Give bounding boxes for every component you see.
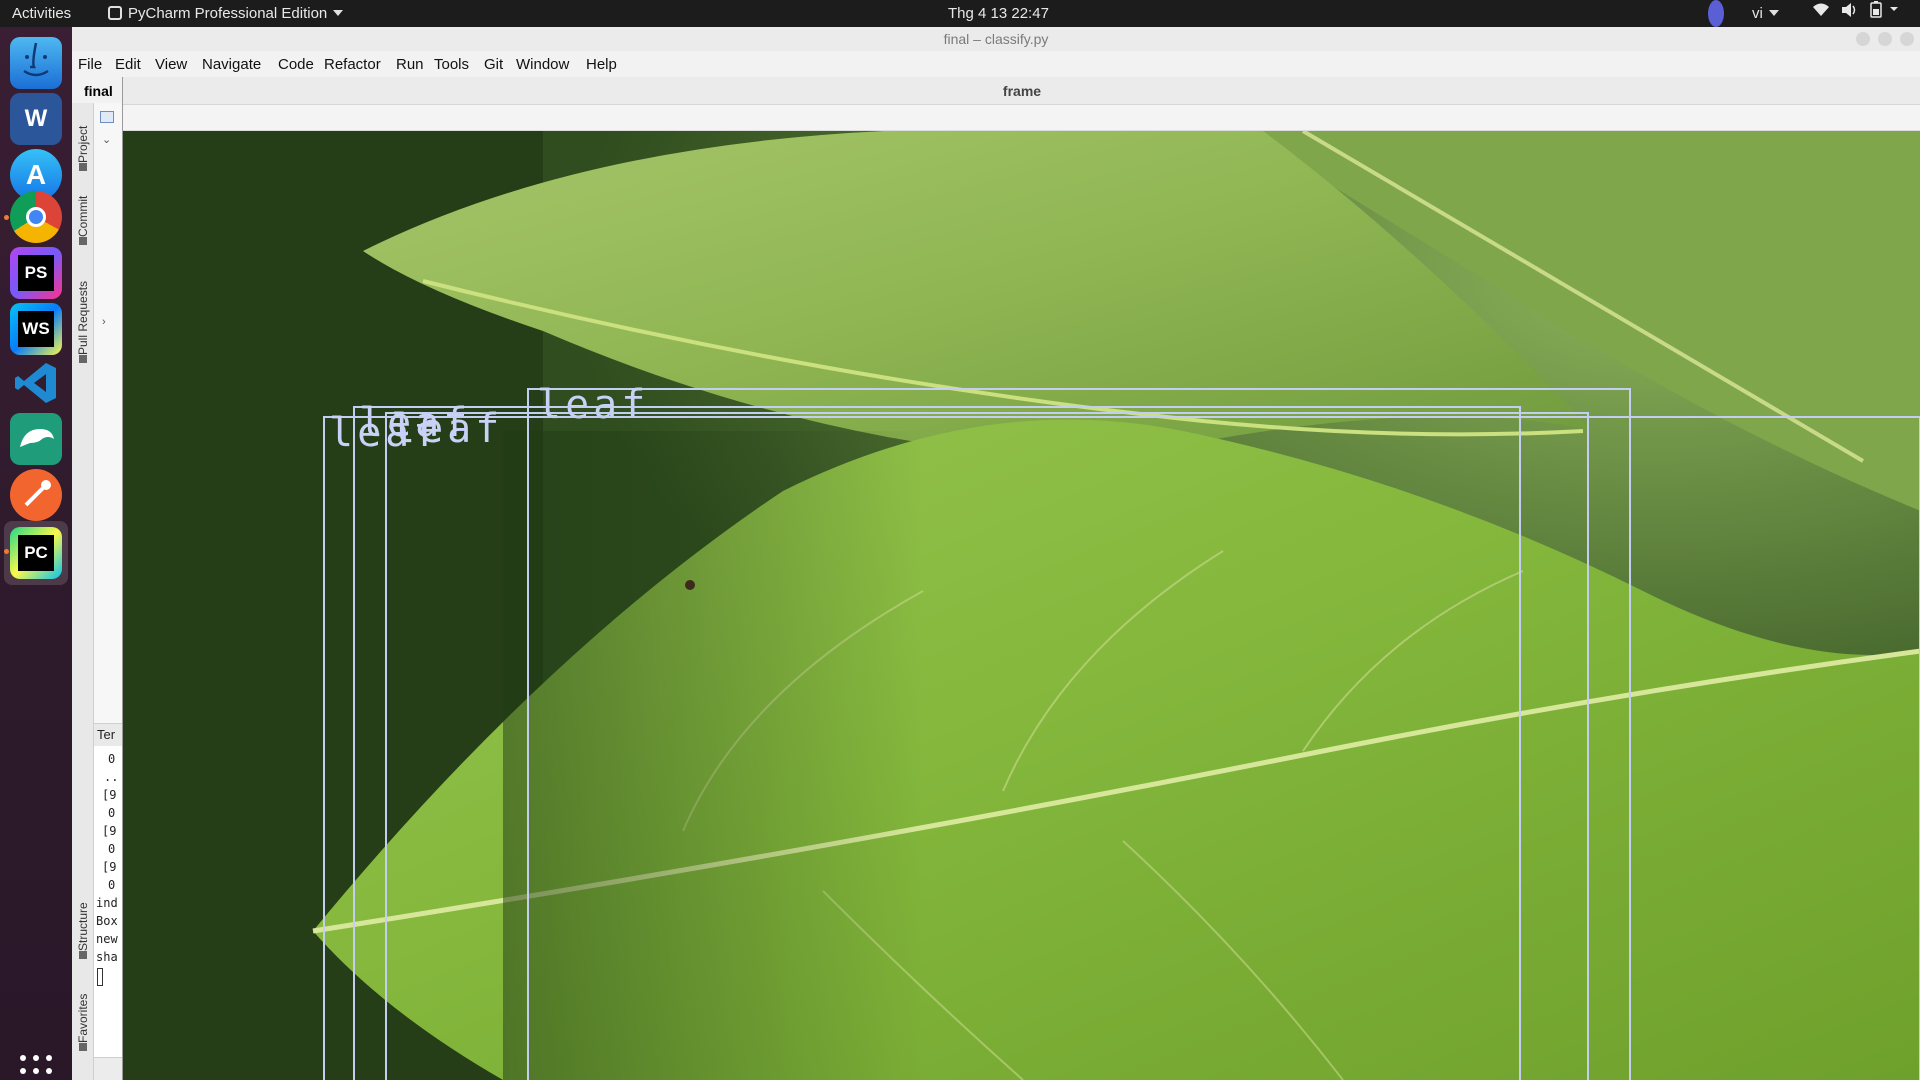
- chevron-down-icon: [1768, 10, 1779, 16]
- app-menu-label: PyCharm Professional Edition: [128, 5, 328, 22]
- menu-run[interactable]: Run: [396, 51, 424, 79]
- frame-window-title[interactable]: frame: [123, 77, 1920, 105]
- terminal-line: ..: [104, 770, 119, 784]
- activities-button[interactable]: Activities: [12, 0, 71, 27]
- webstorm-icon[interactable]: WS: [10, 303, 62, 355]
- menu-navigate[interactable]: Navigate: [202, 51, 261, 79]
- running-indicator: [4, 215, 9, 220]
- terminal-line: [9: [102, 788, 117, 802]
- terminal-tab[interactable]: Ter: [94, 724, 122, 746]
- battery-icon[interactable]: [1868, 0, 1902, 27]
- postman-icon[interactable]: [10, 469, 62, 521]
- left-tool-strip: Project Commit Pull Requests Structure F…: [72, 103, 94, 1080]
- terminal-line: [9: [102, 860, 117, 874]
- menu-git[interactable]: Git: [484, 51, 503, 79]
- maximize-button[interactable]: [1878, 32, 1892, 46]
- terminal-line: 0: [108, 752, 116, 766]
- volume-icon[interactable]: [1840, 0, 1858, 27]
- menu-bar: File Edit View Navigate Code Refactor Ru…: [72, 51, 1920, 79]
- app-icon: [108, 6, 122, 20]
- clock[interactable]: Thg 4 13 22:47: [948, 0, 1049, 27]
- chevron-right-icon[interactable]: ›: [102, 316, 106, 328]
- tab-favorites-label: Favorites: [76, 993, 90, 1043]
- pycharm-label: PC: [24, 543, 48, 562]
- commit-icon: [79, 237, 87, 245]
- wifi-icon[interactable]: [1812, 0, 1830, 27]
- tab-project-label: Project: [76, 125, 90, 163]
- input-language-label: vi: [1752, 5, 1763, 22]
- menu-view[interactable]: View: [155, 51, 187, 79]
- phpstorm-icon[interactable]: PS: [10, 247, 62, 299]
- tab-pull-requests-label: Pull Requests: [76, 280, 90, 355]
- star-icon: [79, 1043, 87, 1051]
- dock: W A PS WS PC: [0, 27, 72, 1080]
- terminal-cursor: [97, 968, 103, 986]
- menu-refactor[interactable]: Refactor: [324, 51, 381, 79]
- window-titlebar[interactable]: final – classify.py: [72, 27, 1920, 51]
- tab-pull-requests[interactable]: Pull Requests: [74, 263, 92, 367]
- word-icon[interactable]: W: [10, 93, 62, 145]
- mysql-workbench-icon[interactable]: [10, 413, 62, 465]
- tab-structure[interactable]: Structure: [74, 887, 92, 963]
- gnome-top-bar: Activities PyCharm Professional Edition …: [0, 0, 1920, 27]
- terminal-line: new: [96, 932, 118, 946]
- opencv-frame-window[interactable]: frame leaf leaf leaf leaf: [122, 77, 1920, 1080]
- teams-tray-icon[interactable]: [1708, 0, 1724, 27]
- project-panel: ⌄ ›: [94, 103, 122, 723]
- input-language-menu[interactable]: vi: [1752, 0, 1779, 27]
- status-strip: [94, 1057, 122, 1080]
- phpstorm-label: PS: [24, 263, 48, 282]
- frame-toolbar: [123, 105, 1920, 131]
- menu-help[interactable]: Help: [586, 51, 617, 79]
- show-applications-icon[interactable]: [20, 1055, 52, 1080]
- minimize-button[interactable]: [1856, 32, 1870, 46]
- tab-commit-label: Commit: [76, 195, 90, 237]
- chevron-down-icon[interactable]: ⌄: [102, 133, 111, 146]
- pycharm-window: final – classify.py File Edit View Navig…: [72, 27, 1920, 1080]
- terminal-line: 0: [108, 806, 116, 820]
- detection-box: [323, 416, 1920, 1080]
- terminal-line: sha: [96, 950, 118, 964]
- detection-label: leaf: [329, 410, 442, 456]
- app-menu-button[interactable]: PyCharm Professional Edition: [108, 0, 344, 27]
- menu-window[interactable]: Window: [516, 51, 569, 79]
- terminal-panel[interactable]: Ter 0 .. [9 0 [9 0 [9 0 ind Box new sha: [94, 723, 122, 1080]
- folder-icon: [79, 163, 87, 171]
- terminal-line: ind: [96, 896, 118, 910]
- menu-edit[interactable]: Edit: [115, 51, 141, 79]
- pycharm-icon[interactable]: PC: [10, 527, 62, 579]
- frame-canvas: leaf leaf leaf leaf: [123, 131, 1920, 1080]
- structure-icon: [79, 951, 87, 959]
- terminal-line: Box: [96, 914, 118, 928]
- tab-structure-label: Structure: [76, 902, 90, 951]
- menu-code[interactable]: Code: [278, 51, 314, 79]
- tab-commit[interactable]: Commit: [74, 185, 92, 249]
- running-indicator: [4, 549, 9, 554]
- finder-icon[interactable]: [10, 37, 62, 89]
- close-button[interactable]: [1900, 32, 1914, 46]
- terminal-line: [9: [102, 824, 117, 838]
- menu-tools[interactable]: Tools: [434, 51, 469, 79]
- chrome-icon[interactable]: [10, 191, 62, 243]
- terminal-line: 0: [108, 842, 116, 856]
- terminal-line: 0: [108, 878, 116, 892]
- webstorm-label: WS: [22, 319, 50, 338]
- window-title: final – classify.py: [943, 31, 1049, 47]
- menu-file[interactable]: File: [78, 51, 102, 79]
- chevron-down-icon: [333, 10, 344, 16]
- project-view-icon[interactable]: [100, 111, 114, 123]
- tab-favorites[interactable]: Favorites: [74, 979, 92, 1055]
- pull-request-icon: [79, 355, 87, 363]
- project-breadcrumb[interactable]: final: [72, 79, 122, 103]
- tab-project[interactable]: Project: [74, 111, 92, 175]
- vscode-icon[interactable]: [10, 357, 62, 409]
